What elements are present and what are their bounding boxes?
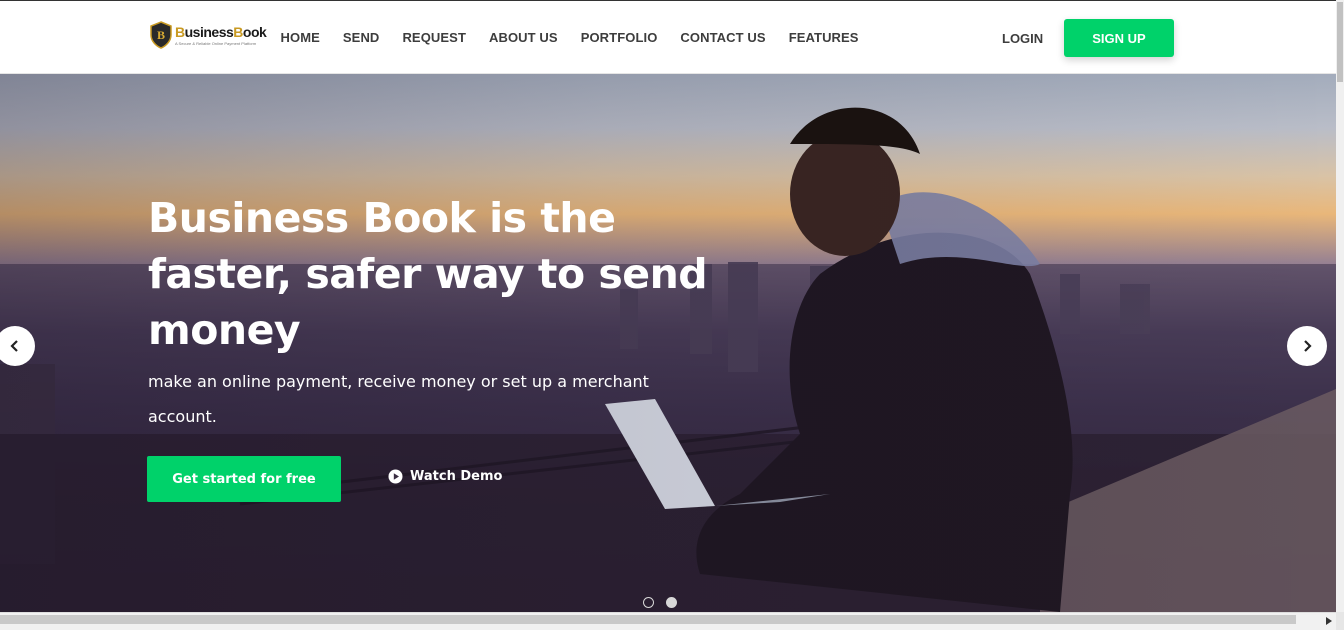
hero-subtitle: make an online payment, receive money or… — [148, 372, 649, 426]
shield-letter: B — [157, 28, 165, 42]
horizontal-scrollbar-thumb[interactable] — [0, 615, 1296, 624]
chevron-right-icon — [1304, 340, 1312, 352]
shield-logo-icon: B — [150, 21, 172, 49]
slider-dot-2[interactable] — [666, 597, 677, 608]
nav-features[interactable]: FEATURES — [789, 30, 859, 45]
nav-portfolio[interactable]: PORTFOLIO — [581, 30, 658, 45]
get-started-button[interactable]: Get started for free — [147, 456, 341, 502]
slider-next-button[interactable] — [1287, 326, 1327, 366]
slider-dots — [643, 597, 689, 608]
logo-wordmark: BusinessBook — [175, 23, 267, 40]
nav-send[interactable]: SEND — [343, 30, 380, 45]
hero-title: Business Book is the faster, safer way t… — [148, 194, 708, 354]
nav-home[interactable]: HOME — [281, 30, 320, 45]
hero-slider: Business Book is the faster, safer way t… — [0, 74, 1336, 612]
watch-demo-link[interactable]: Watch Demo — [388, 469, 502, 484]
main-nav: HOME SEND REQUEST ABOUT US PORTFOLIO CON… — [269, 30, 870, 45]
logo-tagline: A Secure & Reliable Online Payment Platf… — [175, 40, 257, 46]
triangle-right-icon — [1326, 617, 1332, 625]
brand-logo[interactable]: B BusinessBook A Secure & Reliable Onlin… — [149, 21, 267, 49]
nav-about-us[interactable]: ABOUT US — [489, 30, 558, 45]
scrollbar-corner — [1336, 612, 1344, 630]
chevron-left-icon — [10, 340, 18, 352]
scroll-right-button[interactable] — [1322, 614, 1336, 628]
watch-demo-label: Watch Demo — [410, 469, 503, 484]
logo-text: BusinessBook A Secure & Reliable Online … — [175, 23, 267, 46]
play-circle-icon — [388, 469, 403, 484]
site-header: B BusinessBook A Secure & Reliable Onlin… — [0, 0, 1336, 74]
slider-dot-1[interactable] — [643, 597, 654, 608]
vertical-scrollbar-thumb[interactable] — [1337, 2, 1343, 82]
signup-button[interactable]: SIGN UP — [1064, 19, 1174, 57]
nav-request[interactable]: REQUEST — [402, 30, 466, 45]
nav-contact-us[interactable]: CONTACT US — [680, 30, 765, 45]
login-link[interactable]: LOGIN — [1002, 31, 1043, 46]
vertical-scrollbar[interactable] — [1336, 0, 1344, 630]
